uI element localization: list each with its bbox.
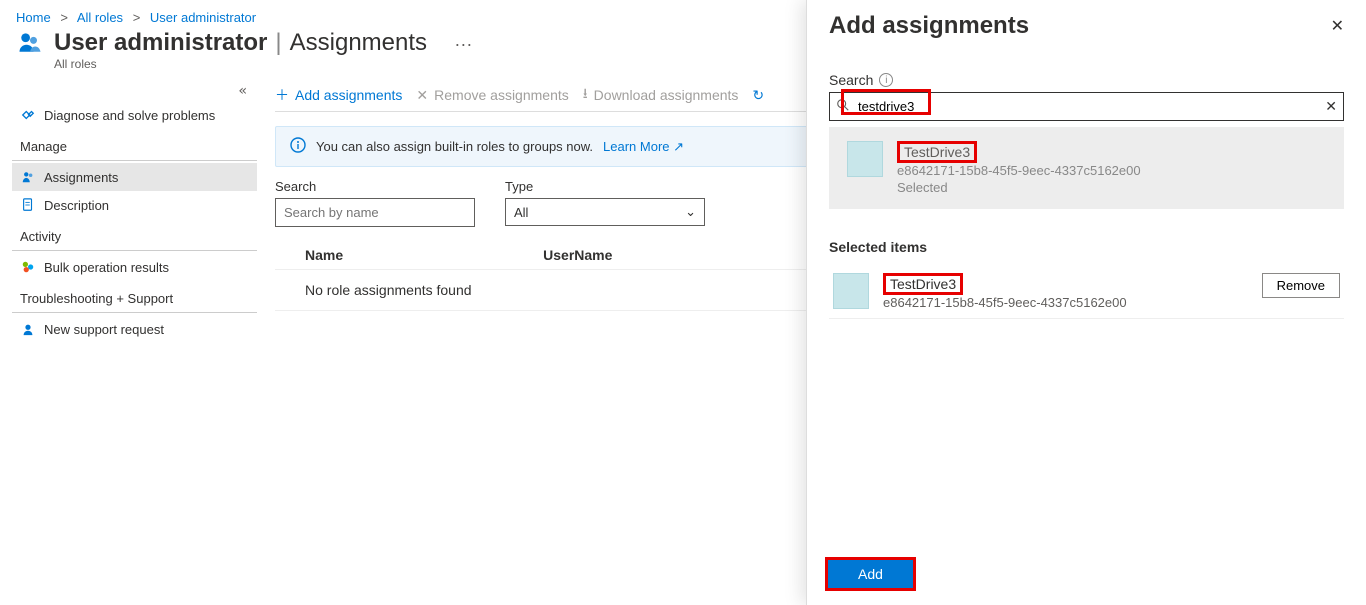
- sidebar-item-description[interactable]: Description: [12, 191, 257, 219]
- selected-item-id: e8642171-15b8-45f5-9eec-4337c5162e00: [883, 295, 1127, 310]
- download-assignments-button[interactable]: ⭳ Download assignments: [583, 83, 739, 107]
- breadcrumb-current[interactable]: User administrator: [150, 10, 256, 25]
- breadcrumb-home[interactable]: Home: [16, 10, 51, 25]
- sidebar-item-label: Assignments: [44, 170, 118, 185]
- sidebar-item-label: Description: [44, 198, 109, 213]
- col-name: Name: [305, 247, 343, 263]
- user-role-icon: [16, 29, 44, 60]
- app-tile-icon: [833, 273, 869, 309]
- selected-items-header: Selected items: [829, 239, 1344, 255]
- breadcrumb-all-roles[interactable]: All roles: [77, 10, 123, 25]
- toolbar-label: Remove assignments: [434, 87, 569, 103]
- support-icon: [20, 321, 36, 337]
- sidebar-item-assignments[interactable]: Assignments: [12, 163, 257, 191]
- search-input[interactable]: [275, 198, 475, 227]
- add-assignments-panel: Add assignments ✕ Search i ✕ TestDrive3 …: [806, 0, 1366, 605]
- type-value: All: [514, 205, 528, 220]
- refresh-icon: ↻: [752, 87, 764, 104]
- sidebar-section-manage: Manage: [12, 129, 257, 161]
- sidebar-item-diagnose[interactable]: Diagnose and solve problems: [12, 101, 257, 129]
- document-icon: [20, 197, 36, 213]
- search-label: Search: [275, 179, 475, 194]
- type-label: Type: [505, 179, 705, 194]
- flyout-search-input[interactable]: [856, 97, 1319, 116]
- clear-input-icon[interactable]: ✕: [1325, 98, 1337, 115]
- collapse-sidebar-button[interactable]: «: [12, 77, 257, 101]
- selected-item-row: TestDrive3 e8642171-15b8-45f5-9eec-4337c…: [829, 265, 1344, 319]
- sidebar-section-troubleshoot: Troubleshooting + Support: [12, 281, 257, 313]
- download-icon: ⭳: [583, 83, 588, 107]
- remove-button[interactable]: Remove: [1262, 273, 1340, 298]
- chevron-right-icon: >: [133, 10, 141, 25]
- people-icon: [20, 169, 36, 185]
- more-actions-button[interactable]: ···: [448, 30, 478, 59]
- x-icon: ✕: [416, 87, 428, 104]
- diagnose-icon: [20, 107, 36, 123]
- search-field-label: Search i: [829, 72, 1344, 88]
- plus-icon: ＋: [275, 85, 289, 105]
- chevron-right-icon: >: [60, 10, 68, 25]
- toolbar-label: Download assignments: [594, 87, 739, 103]
- flyout-title: Add assignments: [829, 12, 1029, 40]
- sidebar-item-label: New support request: [44, 322, 164, 337]
- page-subtitle: All roles: [54, 57, 478, 71]
- type-dropdown[interactable]: All ⌄: [505, 198, 705, 226]
- sidebar-section-activity: Activity: [12, 219, 257, 251]
- title-divider: |: [275, 29, 281, 57]
- selected-item-name: TestDrive3: [883, 273, 963, 295]
- refresh-button[interactable]: ↻: [752, 87, 764, 104]
- add-button[interactable]: Add: [828, 560, 913, 588]
- toolbar-label: Add assignments: [295, 87, 402, 103]
- bulk-icon: [20, 259, 36, 275]
- external-link-icon: ↗: [673, 139, 684, 154]
- result-status: Selected: [897, 180, 1141, 195]
- page-title-section: Assignments: [290, 29, 427, 57]
- search-icon: [836, 98, 850, 115]
- result-name: TestDrive3: [897, 141, 977, 163]
- remove-assignments-button[interactable]: ✕ Remove assignments: [416, 87, 568, 104]
- sidebar-item-bulk[interactable]: Bulk operation results: [12, 253, 257, 281]
- info-banner-text: You can also assign built-in roles to gr…: [316, 139, 593, 154]
- flyout-search-box[interactable]: ✕: [829, 92, 1344, 121]
- learn-more-link[interactable]: Learn More ↗: [603, 139, 684, 155]
- sidebar: « Diagnose and solve problems Manage Ass…: [12, 77, 257, 597]
- sidebar-item-label: Diagnose and solve problems: [44, 108, 215, 123]
- chevron-down-icon: ⌄: [685, 204, 696, 220]
- sidebar-item-support[interactable]: New support request: [12, 315, 257, 343]
- col-username: UserName: [543, 247, 612, 263]
- add-assignments-button[interactable]: ＋ Add assignments: [275, 85, 402, 105]
- app-tile-icon: [847, 141, 883, 177]
- info-icon[interactable]: i: [879, 73, 893, 87]
- close-icon[interactable]: ✕: [1331, 16, 1344, 36]
- info-icon: [290, 137, 306, 156]
- sidebar-item-label: Bulk operation results: [44, 260, 169, 275]
- result-id: e8642171-15b8-45f5-9eec-4337c5162e00: [897, 163, 1141, 178]
- search-result-row[interactable]: TestDrive3 e8642171-15b8-45f5-9eec-4337c…: [829, 127, 1344, 209]
- page-title-role: User administrator: [54, 29, 267, 57]
